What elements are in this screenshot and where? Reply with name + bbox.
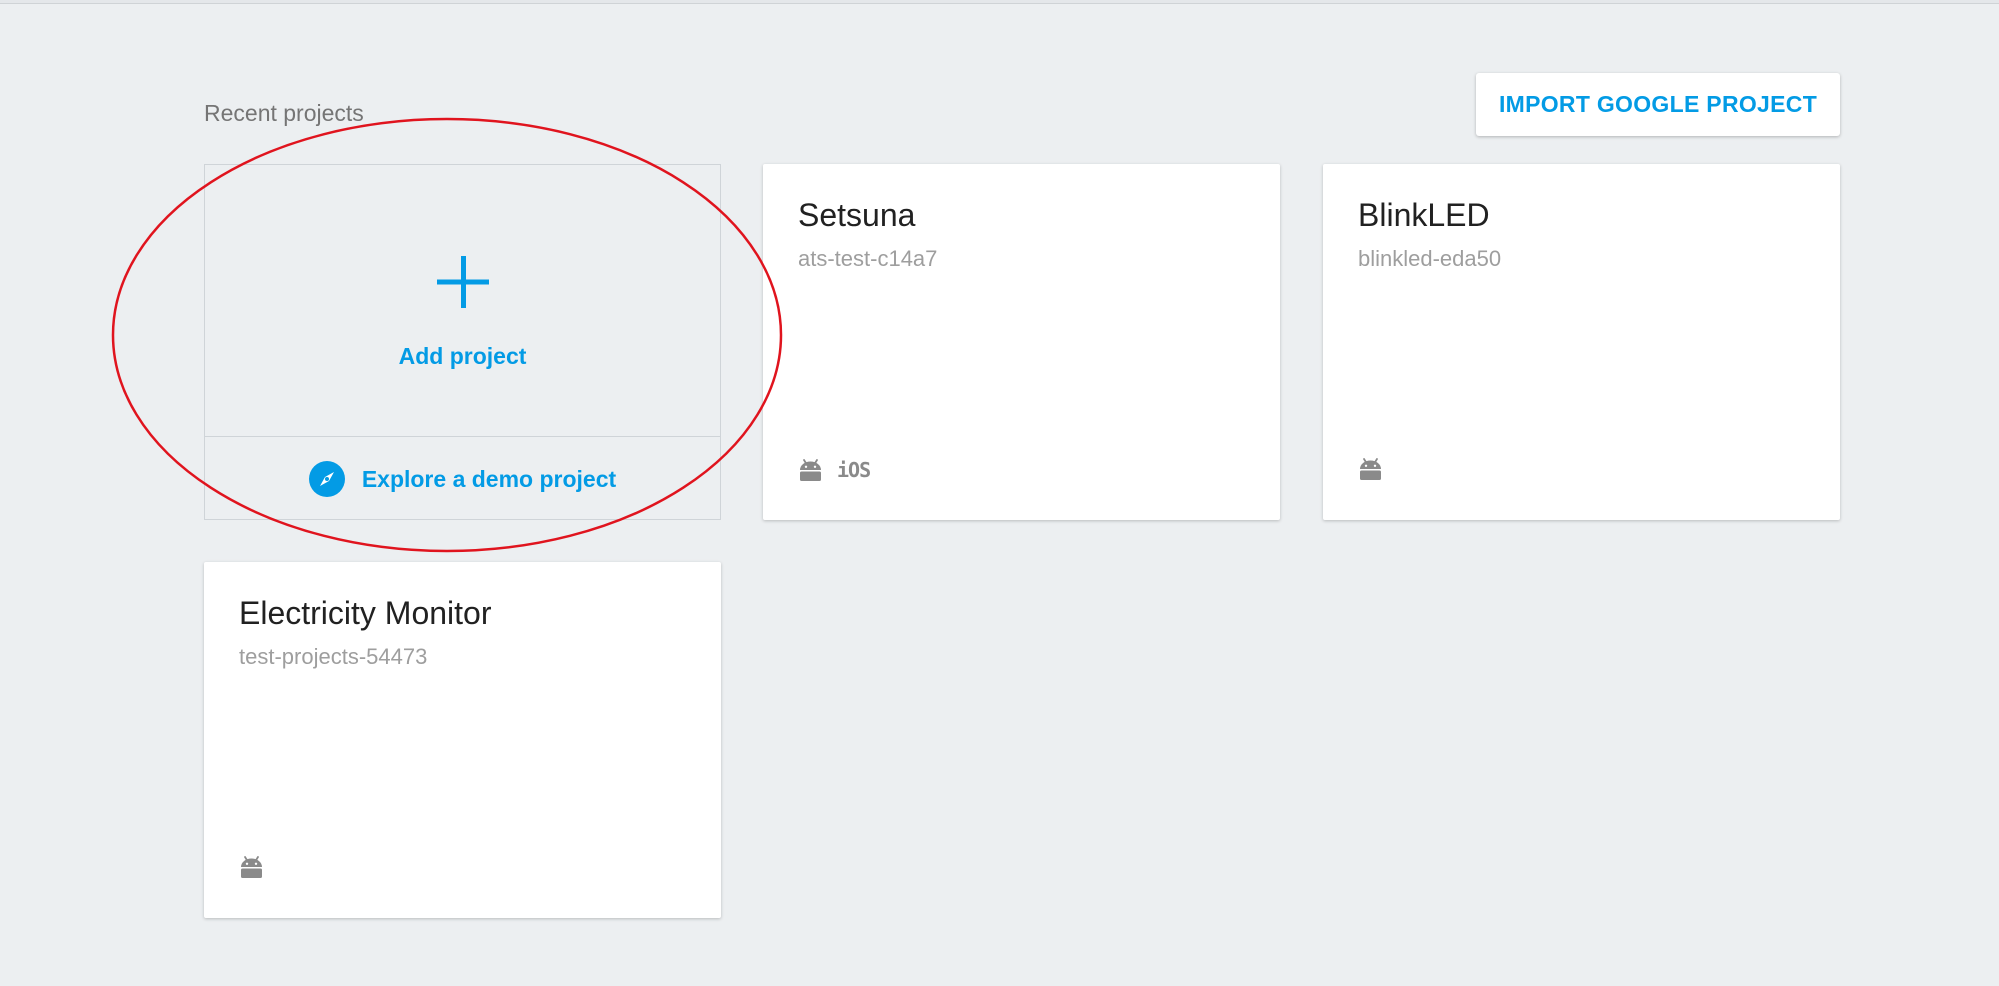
project-name: Setsuna — [798, 197, 916, 233]
android-icon — [241, 856, 262, 878]
import-google-project-button[interactable]: IMPORT GOOGLE PROJECT — [1476, 73, 1840, 136]
compass-icon — [308, 461, 345, 497]
top-divider — [0, 0, 1999, 4]
explore-demo-project-label: Explore a demo project — [361, 465, 617, 492]
add-project-label: Add project — [398, 343, 527, 369]
add-project-card: Add project Explore a demo project — [204, 164, 721, 520]
project-card-blinkled[interactable]: BlinkLED blinkled-eda50 — [1323, 164, 1840, 520]
platform-icons: iOS — [798, 458, 871, 482]
project-name: Electricity Monitor — [239, 595, 492, 631]
explore-demo-project-button[interactable]: Explore a demo project — [205, 437, 720, 521]
project-card-electricity-monitor[interactable]: Electricity Monitor test-projects-54473 — [204, 562, 721, 918]
project-card-setsuna[interactable]: Setsuna ats-test-c14a7 iOS — [763, 164, 1280, 520]
project-id: blinkled-eda50 — [1358, 246, 1502, 271]
ios-icon: iOS — [837, 458, 871, 482]
android-icon — [800, 459, 821, 481]
platform-icons — [239, 856, 278, 878]
project-id: ats-test-c14a7 — [798, 246, 938, 271]
section-title: Recent projects — [204, 100, 364, 126]
project-id: test-projects-54473 — [239, 644, 428, 669]
android-icon — [1360, 458, 1381, 480]
add-project-button[interactable]: Add project — [205, 165, 720, 437]
platform-icons — [1358, 458, 1397, 480]
project-name: BlinkLED — [1358, 197, 1490, 233]
plus-icon — [437, 256, 489, 308]
